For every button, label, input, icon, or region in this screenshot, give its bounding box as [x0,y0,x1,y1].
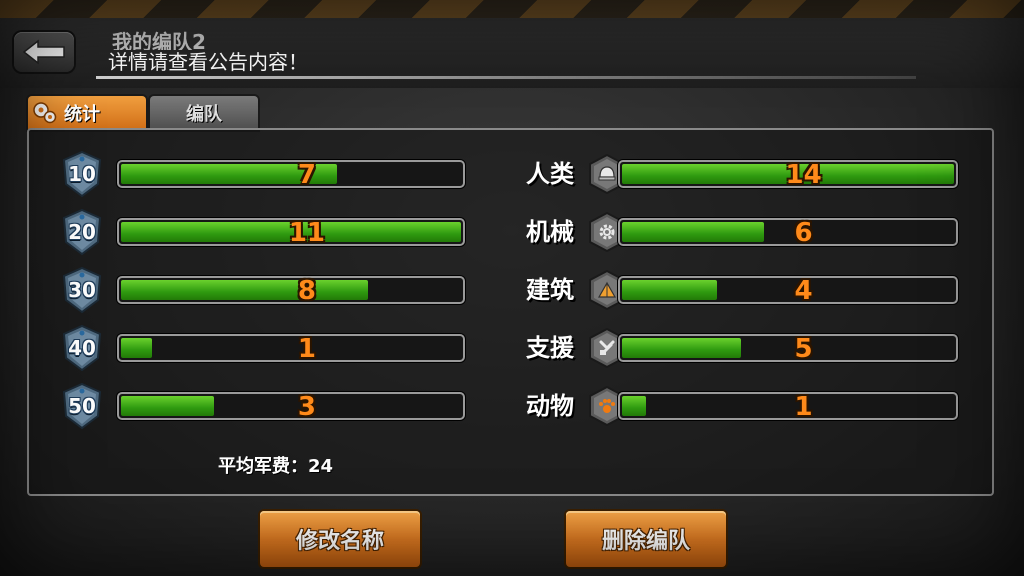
wrench-icon [599,340,615,355]
cost-50-bar-fill [121,396,214,416]
gears-icon [33,102,57,124]
cost-badge-label: 20 [68,220,96,244]
notice-text: 详情请查看公告内容！ [108,50,308,74]
type-4-bar: 1 [618,392,958,422]
back-button[interactable] [14,32,74,72]
cost-50-count: 3 [297,392,316,422]
type-1-count: 6 [794,218,813,248]
tab-team-label: 编队 [186,104,222,125]
cost-30-bar: 8 [117,276,465,306]
cost-badge-30: 30 [60,266,104,314]
cost-10-bar: 7 [117,160,465,190]
type-2-count: 4 [794,276,813,306]
type-3-bar-fill [622,338,741,358]
category-label: 支援 [526,334,574,362]
type-0-count: 14 [785,160,822,190]
type-2-bar-fill [622,280,717,300]
cost-20-count: 11 [288,218,325,248]
type-2-bar: 4 [618,276,958,306]
cost-badge-50: 50 [60,382,104,430]
hazard-stripe [0,0,1024,18]
cost-badge-label: 40 [68,336,96,360]
type-4-count: 1 [794,392,813,422]
rename-button[interactable]: 修改名称 [260,511,420,567]
type-4-bar-fill [622,396,646,416]
category-label: 机械 [526,218,574,246]
type-0-bar: 14 [618,160,958,190]
cost-30-bar-fill [121,280,369,300]
cost-30-count: 8 [297,276,316,306]
tab-team[interactable]: 编队 [150,96,258,130]
average-cost-label: 平均军费： [218,456,308,477]
cost-badge-20: 20 [60,208,104,256]
tent-icon [597,281,617,298]
cost-badge-40: 40 [60,324,104,372]
average-cost-value: 24 [308,456,334,477]
cost-40-bar-fill [121,338,152,358]
average-cost: 平均军费：24 [218,452,333,478]
type-1-bar-fill [622,222,765,242]
type-3-bar: 5 [618,334,958,364]
cost-badge-label: 50 [68,394,96,418]
cost-20-bar: 11 [117,218,465,248]
back-arrow-icon [22,39,65,65]
cost-40-bar: 1 [117,334,465,364]
cost-40-count: 1 [297,334,316,364]
type-1-bar: 6 [618,218,958,248]
title-divider [96,76,916,79]
cost-badge-label: 30 [68,278,96,302]
page-title: 我的编队2 [112,30,206,50]
gear-icon [599,224,615,240]
category-label: 动物 [526,392,574,420]
tab-stats[interactable]: 统计 [28,96,146,130]
type-3-count: 5 [794,334,813,364]
paw-icon [599,399,615,413]
category-label: 建筑 [526,276,574,304]
tab-stats-label: 统计 [64,104,100,125]
delete-team-button[interactable]: 删除编队 [566,511,726,567]
cost-10-count: 7 [297,160,316,190]
cost-badge-label: 10 [68,162,96,186]
cost-50-bar: 3 [117,392,465,422]
cost-badge-10: 10 [60,150,104,198]
helmet-icon [598,166,616,181]
category-label: 人类 [526,160,574,188]
